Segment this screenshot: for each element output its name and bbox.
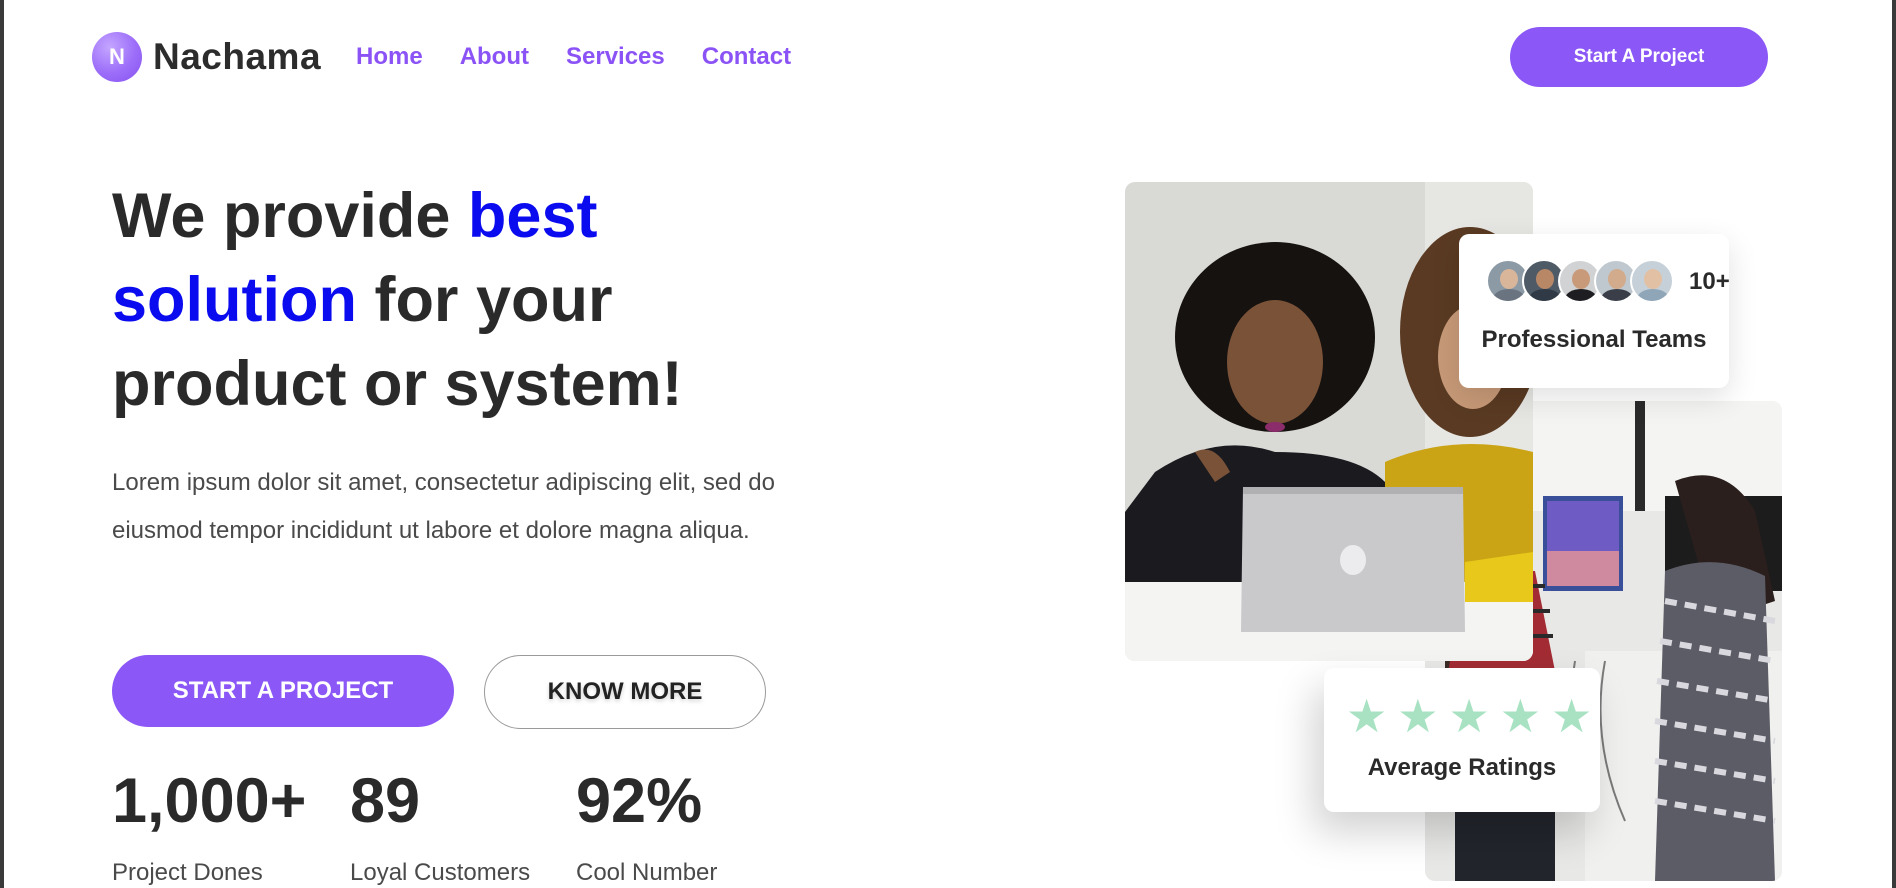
headline-text-1: We provide bbox=[112, 181, 468, 251]
star-icon: ★ bbox=[1346, 690, 1388, 742]
know-more-button[interactable]: KNOW MORE bbox=[484, 655, 766, 729]
stat-label: Loyal Customers bbox=[350, 859, 531, 886]
page-frame: N Nachama Home About Services Contact St… bbox=[4, 0, 1892, 888]
nav-about[interactable]: About bbox=[460, 40, 529, 74]
stat-label: Project Dones bbox=[112, 859, 263, 886]
stat-customers: 89 Loyal Customers bbox=[350, 765, 530, 887]
start-project-button[interactable]: START A PROJECT bbox=[112, 655, 454, 727]
team-avatars bbox=[1486, 259, 1674, 303]
professional-teams-card: 10+ Professional Teams bbox=[1459, 234, 1730, 388]
hero-headline: We provide best solution for your produc… bbox=[112, 174, 812, 426]
stat-projects: 1,000+ Project Dones bbox=[112, 765, 306, 887]
logo-badge: N bbox=[92, 32, 142, 82]
stat-cool-number: 92% Cool Number bbox=[576, 765, 717, 887]
nav-services[interactable]: Services bbox=[566, 40, 665, 74]
stat-value: 92% bbox=[576, 766, 703, 836]
hero-description: Lorem ipsum dolor sit amet, consectetur … bbox=[112, 469, 775, 544]
main-nav: Home About Services Contact bbox=[356, 40, 828, 74]
stat-value: 1,000+ bbox=[112, 766, 307, 836]
stat-label: Cool Number bbox=[576, 859, 718, 886]
nav-home[interactable]: Home bbox=[356, 40, 423, 74]
teams-label: Professional Teams bbox=[1481, 326, 1707, 353]
star-icon: ★ bbox=[1499, 690, 1541, 742]
star-icon: ★ bbox=[1448, 690, 1490, 742]
teams-count: 10+ bbox=[1689, 268, 1730, 295]
avatar bbox=[1630, 259, 1674, 303]
brand-logo[interactable]: N Nachama bbox=[92, 32, 321, 82]
start-project-header-button[interactable]: Start A Project bbox=[1510, 27, 1768, 87]
ratings-label: Average Ratings bbox=[1367, 754, 1557, 781]
average-ratings-card: ★ ★ ★ ★ ★ Average Ratings bbox=[1324, 668, 1600, 812]
rating-stars: ★ ★ ★ ★ ★ bbox=[1346, 690, 1602, 742]
brand-name: Nachama bbox=[153, 36, 322, 77]
stat-value: 89 bbox=[350, 766, 421, 836]
star-icon: ★ bbox=[1397, 690, 1439, 742]
star-icon: ★ bbox=[1551, 690, 1593, 742]
nav-contact[interactable]: Contact bbox=[702, 40, 791, 74]
